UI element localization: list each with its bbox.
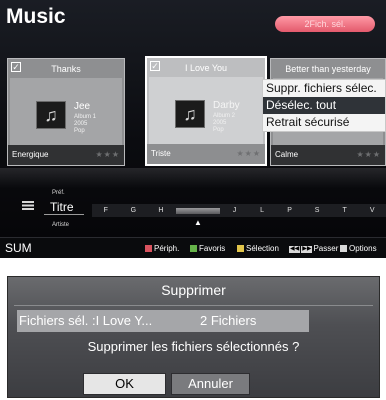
rating-stars: ★★★: [356, 150, 381, 159]
music-note-icon: ♫: [36, 101, 66, 129]
delete-dialog: Supprimer Fichiers sél. :I Love Y... 2 F…: [7, 276, 380, 398]
selected-count-badge: 2Fich. sél.: [275, 16, 375, 32]
hint-favorites[interactable]: Favoris: [190, 244, 225, 253]
alphabet-index[interactable]: F G H J L P S T V: [92, 204, 386, 217]
menu-item-delete-selected[interactable]: Suppr. fichiers sélec.: [263, 80, 385, 97]
alpha-letter[interactable]: T: [331, 207, 359, 214]
alpha-letter[interactable]: V: [358, 207, 386, 214]
alpha-position-marker[interactable]: [175, 207, 220, 214]
menu-item-deselect-all[interactable]: Désélec. tout: [263, 97, 385, 114]
forward-key-icon: ▶▶: [301, 246, 313, 253]
alpha-letter[interactable]: F: [92, 207, 120, 214]
rating-stars: ★★★: [236, 149, 261, 158]
position-cursor-icon: ▲: [194, 218, 202, 227]
menu-item-safe-remove[interactable]: Retrait sécurisé: [263, 114, 385, 131]
dialog-title: Supprimer: [161, 282, 226, 298]
cancel-button[interactable]: Annuler: [171, 373, 250, 395]
ok-button[interactable]: OK: [83, 373, 166, 395]
page-title: Music: [6, 5, 66, 28]
yellow-key-icon: [237, 245, 244, 252]
song-artist: Darby: [213, 100, 240, 111]
selected-files-label: Fichiers sél. :I Love Y...: [19, 313, 153, 328]
sort-current[interactable]: Titre: [50, 200, 74, 214]
sort-divider: [44, 214, 84, 215]
card-reflection: [0, 168, 386, 188]
alpha-letter[interactable]: P: [276, 207, 304, 214]
alpha-letter[interactable]: G: [120, 207, 148, 214]
alpha-letter[interactable]: L: [248, 207, 276, 214]
song-year: 2005: [213, 120, 227, 126]
song-genre: Pop: [213, 127, 224, 133]
red-key-icon: [145, 245, 152, 252]
song-year: 2005: [74, 121, 88, 127]
song-album: Album 1: [74, 114, 97, 120]
song-card-body: [10, 78, 122, 146]
hint-skip[interactable]: ◀◀ ▶▶ Passer: [289, 244, 338, 253]
rewind-key-icon: ◀◀: [289, 246, 301, 253]
selected-files-count: 2 Fichiers: [200, 313, 257, 328]
song-card-body: [149, 77, 263, 145]
tools-key-icon: [340, 245, 347, 252]
device-name: SUM: [5, 241, 32, 255]
music-browser-screen: Music 2Fich. sél. ✓ Thanks ♫ Jee Album 1…: [0, 0, 386, 258]
song-meta: Album 1 2005 Pop: [74, 114, 96, 135]
alpha-letter[interactable]: J: [221, 207, 249, 214]
selected-files-row: Fichiers sél. :I Love Y... 2 Fichiers: [17, 310, 309, 332]
bottom-bar: SUM Périph. Favoris Sélection ◀◀ ▶▶ Passer…: [0, 237, 386, 258]
song-genre: Pop: [74, 128, 85, 134]
green-key-icon: [190, 245, 197, 252]
rating-stars: ★★★: [95, 150, 120, 159]
song-meta: Album 2 2005 Pop: [213, 113, 235, 134]
song-card-thanks[interactable]: ✓ Thanks ♫ Jee Album 1 2005 Pop Energiqu…: [7, 58, 125, 166]
alpha-letter[interactable]: H: [147, 207, 175, 214]
song-title: Thanks: [51, 64, 81, 74]
dialog-divider: [14, 305, 373, 306]
music-note-icon: ♫: [175, 100, 205, 128]
dialog-message: Supprimer les fichiers sélectionnés ?: [87, 339, 300, 354]
hint-device[interactable]: Périph.: [145, 244, 179, 253]
song-title: I Love You: [184, 63, 228, 73]
sort-next[interactable]: Artiste: [52, 222, 69, 228]
song-album: Album 2: [213, 113, 236, 119]
sort-previous[interactable]: Préf.: [52, 190, 65, 196]
hint-options[interactable]: Options: [340, 244, 377, 253]
alpha-letter[interactable]: S: [303, 207, 331, 214]
song-artist: Jee: [74, 101, 91, 112]
song-title: Better than yesterday: [285, 64, 371, 74]
hint-select[interactable]: Sélection: [237, 244, 279, 253]
song-card-i-love-you[interactable]: ✓ I Love You ♫ Darby Album 2 2005 Pop Tr…: [145, 56, 267, 166]
context-menu: Suppr. fichiers sélec. Désélec. tout Ret…: [262, 79, 386, 132]
list-icon: [22, 201, 34, 210]
